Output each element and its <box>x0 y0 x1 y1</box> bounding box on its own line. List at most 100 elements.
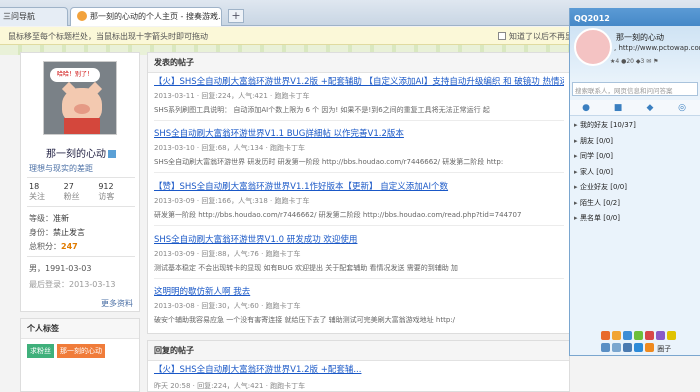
profile-name-text: 那一刻的心动 <box>46 149 106 160</box>
profile-panel: 哈哈！别了！ 那一刻的心动 理想与现实的差距 18 关注 27 粉丝 912 访客 等… <box>20 52 140 312</box>
site-favicon-icon <box>77 11 87 21</box>
post-excerpt: SHS全自动刷大富翁环游世界 研发历时 研发第一阶段 http://bbs.ho… <box>154 158 504 166</box>
stat-number: 18 <box>29 182 40 191</box>
group-count: [0/2] <box>603 198 620 207</box>
stat-fans[interactable]: 27 粉丝 <box>64 182 99 202</box>
qq-tabs: ● ■ ◆ ◎ <box>570 100 700 116</box>
qq-name: 那一刻的心动 <box>616 33 664 42</box>
divider <box>27 206 135 207</box>
stat-following[interactable]: 18 关注 <box>29 182 64 202</box>
post-title-link[interactable]: SHS全自动刷大富翁环游世界V1.0 研发成功 欢迎使用 <box>154 233 564 245</box>
contact-group[interactable]: ▸ 我的好友 [10/37] <box>570 120 700 136</box>
qq-search-input[interactable]: 搜索联系人，网页信息和问问答案 <box>572 82 698 96</box>
app-icon[interactable] <box>656 331 665 340</box>
level-row: 等级：准新 <box>29 213 69 224</box>
contact-group[interactable]: ▸ 朋友 [0/0] <box>570 136 700 152</box>
circle-label[interactable]: 圈子 <box>657 345 671 353</box>
qq-signature[interactable]: , http://www.pctowap.com <box>614 44 700 52</box>
group-count: [0/0] <box>596 167 613 176</box>
level-label: 等级： <box>29 214 53 223</box>
contact-group[interactable]: ▸ 同学 [0/0] <box>570 151 700 167</box>
post-excerpt: 研发第一阶段 http://bbs.houdao.com/r7446662/ 研… <box>154 211 522 219</box>
post-excerpt: 测试基本稳定 不会出现转卡的显现 如有BUG 欢迎提出 关于配套辅助 看情况发送… <box>154 264 458 272</box>
group-name: 朋友 <box>580 136 594 145</box>
post-excerpt: SHS系列刷图工具说明： 自动添加AI个数上限为 6 个 因为! 如果不是!到6… <box>154 106 490 114</box>
search-icon[interactable] <box>634 343 643 352</box>
app-icon[interactable] <box>612 331 621 340</box>
vip-badge-icon <box>108 150 116 158</box>
posts-panel: 发表的帖子 【火】SHS全自动刷大富翁环游世界V1.2版 +配套辅助 【自定义添… <box>147 52 570 334</box>
post-title-link[interactable]: 【火】SHS全自动刷大富翁环游世界V1.2版 +配套辅助 【自定义添加AI】支持… <box>154 75 564 87</box>
post-title-link[interactable]: 【赞】SHS全自动刷大富翁环游世界V1.1作好版本【更新】 自定义添加AI个数 <box>154 180 564 192</box>
security-icon[interactable] <box>623 343 632 352</box>
points-value: 247 <box>61 242 78 251</box>
divider <box>154 172 564 173</box>
qq-avatar[interactable] <box>574 28 612 66</box>
post-title-link[interactable]: SHS全自动刷大富翁环游世界V1.1 BUG詳細帖 以作完善V1.2版本 <box>154 127 564 139</box>
points-label: 总积分： <box>29 242 61 251</box>
group-name: 陌生人 <box>580 198 601 207</box>
browser-tab[interactable]: 三问导航 <box>0 7 68 26</box>
close-tab-icon[interactable]: ✕ <box>210 11 217 20</box>
profile-motto-link[interactable]: 理想与现实的差距 <box>29 163 93 174</box>
tag-item[interactable]: 求粉丝 <box>27 344 54 358</box>
more-info-link[interactable]: 更多资料 <box>101 298 133 309</box>
post-item: SHS全自动刷大富翁环游世界V1.0 研发成功 欢迎使用 2013-03-09 … <box>154 233 564 279</box>
post-info: 2013-03-11 · 回复:224，人气:421 · 跑跑卡丁车 <box>154 92 310 100</box>
group-count: [0/0] <box>596 136 613 145</box>
identity-value: 禁止发言 <box>53 228 85 237</box>
group-name: 我的好友 <box>580 121 608 129</box>
stat-label: 关注 <box>29 192 45 201</box>
replies-panel: 回复的帖子 【火】SHS全自动刷大富翁环游世界V1.2版 +配套辅... 昨天 … <box>147 340 570 392</box>
app-icon[interactable] <box>601 331 610 340</box>
post-item: SHS全自动刷大富翁环游世界V1.1 BUG詳細帖 以作完善V1.2版本 201… <box>154 127 564 173</box>
app-icon[interactable] <box>645 331 654 340</box>
contact-group[interactable]: ▸ 家人 [0/0] <box>570 167 700 183</box>
contact-group[interactable]: ▸ 陌生人 [0/2] <box>570 198 700 214</box>
stat-visitors[interactable]: 912 访客 <box>98 182 133 202</box>
post-info: 2013-03-10 · 回复:68，人气:134 · 跑跑卡丁车 <box>154 144 306 152</box>
apps-icon[interactable] <box>645 343 654 352</box>
settings-icon[interactable] <box>601 343 610 352</box>
post-title-link[interactable]: 这明明的歇仿新人啊 我去 <box>154 285 564 297</box>
app-icon[interactable] <box>623 331 632 340</box>
post-excerpt: 破安个辅助我容易应急 一个没有害寄连接 就给压下去了 辅助测试可完美刷大富翁游戏… <box>154 316 455 324</box>
app-icon[interactable] <box>667 331 676 340</box>
checkbox-icon[interactable] <box>498 32 506 40</box>
divider <box>154 225 564 226</box>
divider <box>154 120 564 121</box>
qq-profile: 那一刻的心动 , http://www.pctowap.com ★4 ●20 ◆… <box>570 26 700 82</box>
group-count: [10/37] <box>610 121 636 129</box>
group-name: 黑名单 <box>580 214 601 222</box>
tag-item[interactable]: 那一刻的心动 <box>57 344 105 358</box>
posts-header: 发表的帖子 <box>148 53 569 73</box>
group-count: [0/0] <box>603 214 620 222</box>
reply-title-link[interactable]: 【火】SHS全自动刷大富翁环游世界V1.2版 +配套辅... <box>154 363 361 375</box>
stat-label: 访客 <box>98 192 115 201</box>
tab-groups-icon[interactable]: ■ <box>602 100 634 115</box>
qq-window: QQ2012 那一刻的心动 , http://www.pctowap.com ★… <box>569 8 700 356</box>
tab-recent-icon[interactable]: ◎ <box>666 100 698 115</box>
reply-item: 【火】SHS全自动刷大富翁环游世界V1.2版 +配套辅... 昨天 20:58 … <box>154 363 361 391</box>
group-count: [0/0] <box>610 183 627 191</box>
contact-group[interactable]: ▸ 企业好友 [0/0] <box>570 182 700 198</box>
tab-discussions-icon[interactable]: ◆ <box>634 100 666 115</box>
profile-name: 那一刻的心动 <box>21 145 141 160</box>
divider <box>27 177 135 178</box>
stat-number: 27 <box>63 182 74 191</box>
identity-row: 身份：禁止发言 <box>29 227 85 238</box>
identity-label: 身份： <box>29 228 53 237</box>
app-icon[interactable] <box>634 331 643 340</box>
reply-info: 昨天 20:58 · 回复:224，人气:421 · 跑跑卡丁车 <box>154 382 306 390</box>
group-name: 企业好友 <box>580 183 608 191</box>
group-count: [0/0] <box>596 152 613 160</box>
replies-header: 回复的帖子 <box>148 341 569 361</box>
message-icon[interactable] <box>612 343 621 352</box>
avatar[interactable]: 哈哈！别了！ <box>43 61 117 135</box>
tags-panel: 个人标签 求粉丝 那一刻的心动 <box>20 318 140 392</box>
post-info: 2013-03-08 · 回复:30，人气:60 · 跑跑卡丁车 <box>154 302 301 310</box>
new-tab-button[interactable]: + <box>228 9 244 23</box>
browser-tab-active[interactable]: 那一刻的心动的个人主页 - 搜奏游戏... ✕ <box>70 7 222 26</box>
tab-contacts-icon[interactable]: ● <box>570 100 602 115</box>
contact-group[interactable]: ▸ 黑名单 [0/0] <box>570 213 700 229</box>
